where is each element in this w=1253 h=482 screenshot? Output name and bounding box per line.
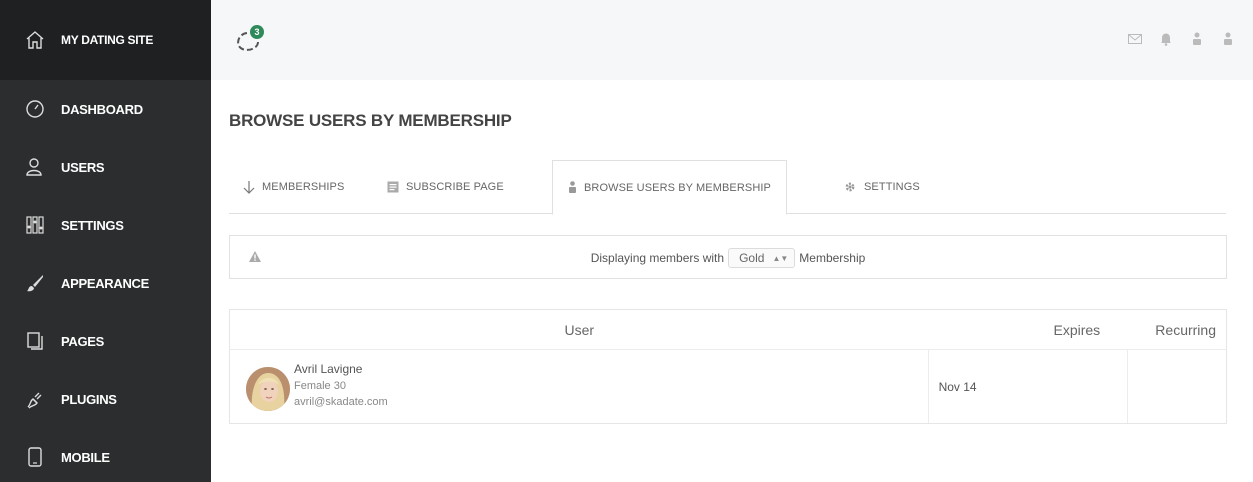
sidebar-item-users[interactable]: USERS: [0, 138, 211, 196]
user-icon[interactable]: [1181, 31, 1212, 47]
user-gender-age: Female 30: [294, 380, 346, 392]
column-header-expires: Expires: [1053, 321, 1101, 338]
tab-bar: MEMBERSHIPS SUBSCRIBE PAGE BROWSE USERS …: [229, 160, 1226, 215]
tab-settings[interactable]: SETTINGS: [843, 160, 920, 214]
table-row: Avril Lavigne Female 30 avril@skadate.co…: [230, 350, 1226, 423]
tab-memberships[interactable]: MEMBERSHIPS: [243, 160, 344, 214]
sidebar-item-label: MOBILE: [61, 449, 110, 465]
brush-icon: [24, 272, 46, 294]
sidebar-item-label: SETTINGS: [61, 217, 124, 233]
sidebar-item-dashboard[interactable]: DASHBOARD: [0, 80, 211, 138]
notice-prefix: Displaying members with: [590, 251, 725, 265]
users-icon: [24, 156, 46, 178]
user-icon[interactable]: [1212, 31, 1243, 47]
members-table: User Expires Recurring Avril Lavigne Fem…: [229, 309, 1227, 424]
notification-badge: 3: [250, 25, 264, 39]
mobile-icon: [24, 446, 46, 468]
sliders-icon: [24, 214, 46, 236]
membership-select-value: Gold: [739, 251, 765, 265]
table-header: User Expires Recurring: [230, 310, 1226, 350]
tab-label: BROWSE USERS BY MEMBERSHIP: [584, 181, 771, 194]
tab-label: SETTINGS: [864, 181, 920, 193]
top-bar: 3: [211, 0, 1253, 80]
sidebar-item-pages[interactable]: PAGES: [0, 312, 211, 370]
user-email: avril@skadate.com: [294, 396, 388, 408]
sidebar-item-appearance[interactable]: APPEARANCE: [0, 254, 211, 312]
arrow-down-icon: [243, 180, 255, 194]
tab-label: SUBSCRIBE PAGE: [406, 181, 504, 193]
subscribe-page-icon: [387, 181, 399, 193]
sidebar-item-label: APPEARANCE: [61, 275, 150, 291]
mail-icon[interactable]: [1119, 31, 1150, 47]
notice-suffix: Membership: [799, 251, 866, 265]
tab-subscribe-page[interactable]: SUBSCRIBE PAGE: [387, 160, 504, 214]
sidebar-item-label: PAGES: [61, 333, 105, 349]
sidebar-item-label: DASHBOARD: [61, 101, 143, 117]
membership-select[interactable]: Gold ▲▼: [728, 248, 796, 268]
expires-cell: Nov 14: [929, 350, 1129, 423]
sidebar-item-label: PLUGINS: [61, 391, 117, 407]
sidebar-item-plugins[interactable]: PLUGINS: [0, 370, 211, 428]
tab-browse-users-by-membership[interactable]: BROWSE USERS BY MEMBERSHIP: [552, 160, 787, 215]
plug-icon: [24, 388, 46, 410]
bell-icon[interactable]: [1150, 31, 1181, 47]
top-icons: [1119, 31, 1243, 47]
column-header-recurring: Recurring: [1155, 321, 1216, 338]
sidebar-item-settings[interactable]: SETTINGS: [0, 196, 211, 254]
user-cell: Avril Lavigne Female 30 avril@skadate.co…: [230, 350, 929, 423]
select-arrows-icon: ▲▼: [772, 253, 789, 263]
sidebar: MY DATING SITE DASHBOARD USERS SETTINGS …: [0, 0, 211, 482]
user-icon: [568, 181, 577, 194]
user-name[interactable]: Avril Lavigne: [294, 362, 362, 376]
sidebar-item-label: USERS: [61, 159, 105, 175]
gear-icon: [843, 180, 857, 194]
site-name: MY DATING SITE: [61, 33, 154, 47]
home-icon: [24, 29, 46, 51]
sidebar-item-mobile[interactable]: MOBILE: [0, 428, 211, 482]
avatar[interactable]: [246, 367, 290, 411]
tab-label: MEMBERSHIPS: [262, 181, 345, 193]
notice-message: Displaying members with Gold ▲▼ Membersh…: [230, 236, 1226, 280]
gauge-icon: [24, 98, 46, 120]
page-title: BROWSE USERS BY MEMBERSHIP: [229, 111, 512, 130]
recurring-cell: [1128, 350, 1226, 423]
pages-icon: [24, 330, 46, 352]
column-header-user: User: [564, 321, 595, 338]
site-home-link[interactable]: MY DATING SITE: [0, 0, 211, 80]
membership-notice: Displaying members with Gold ▲▼ Membersh…: [229, 235, 1227, 279]
